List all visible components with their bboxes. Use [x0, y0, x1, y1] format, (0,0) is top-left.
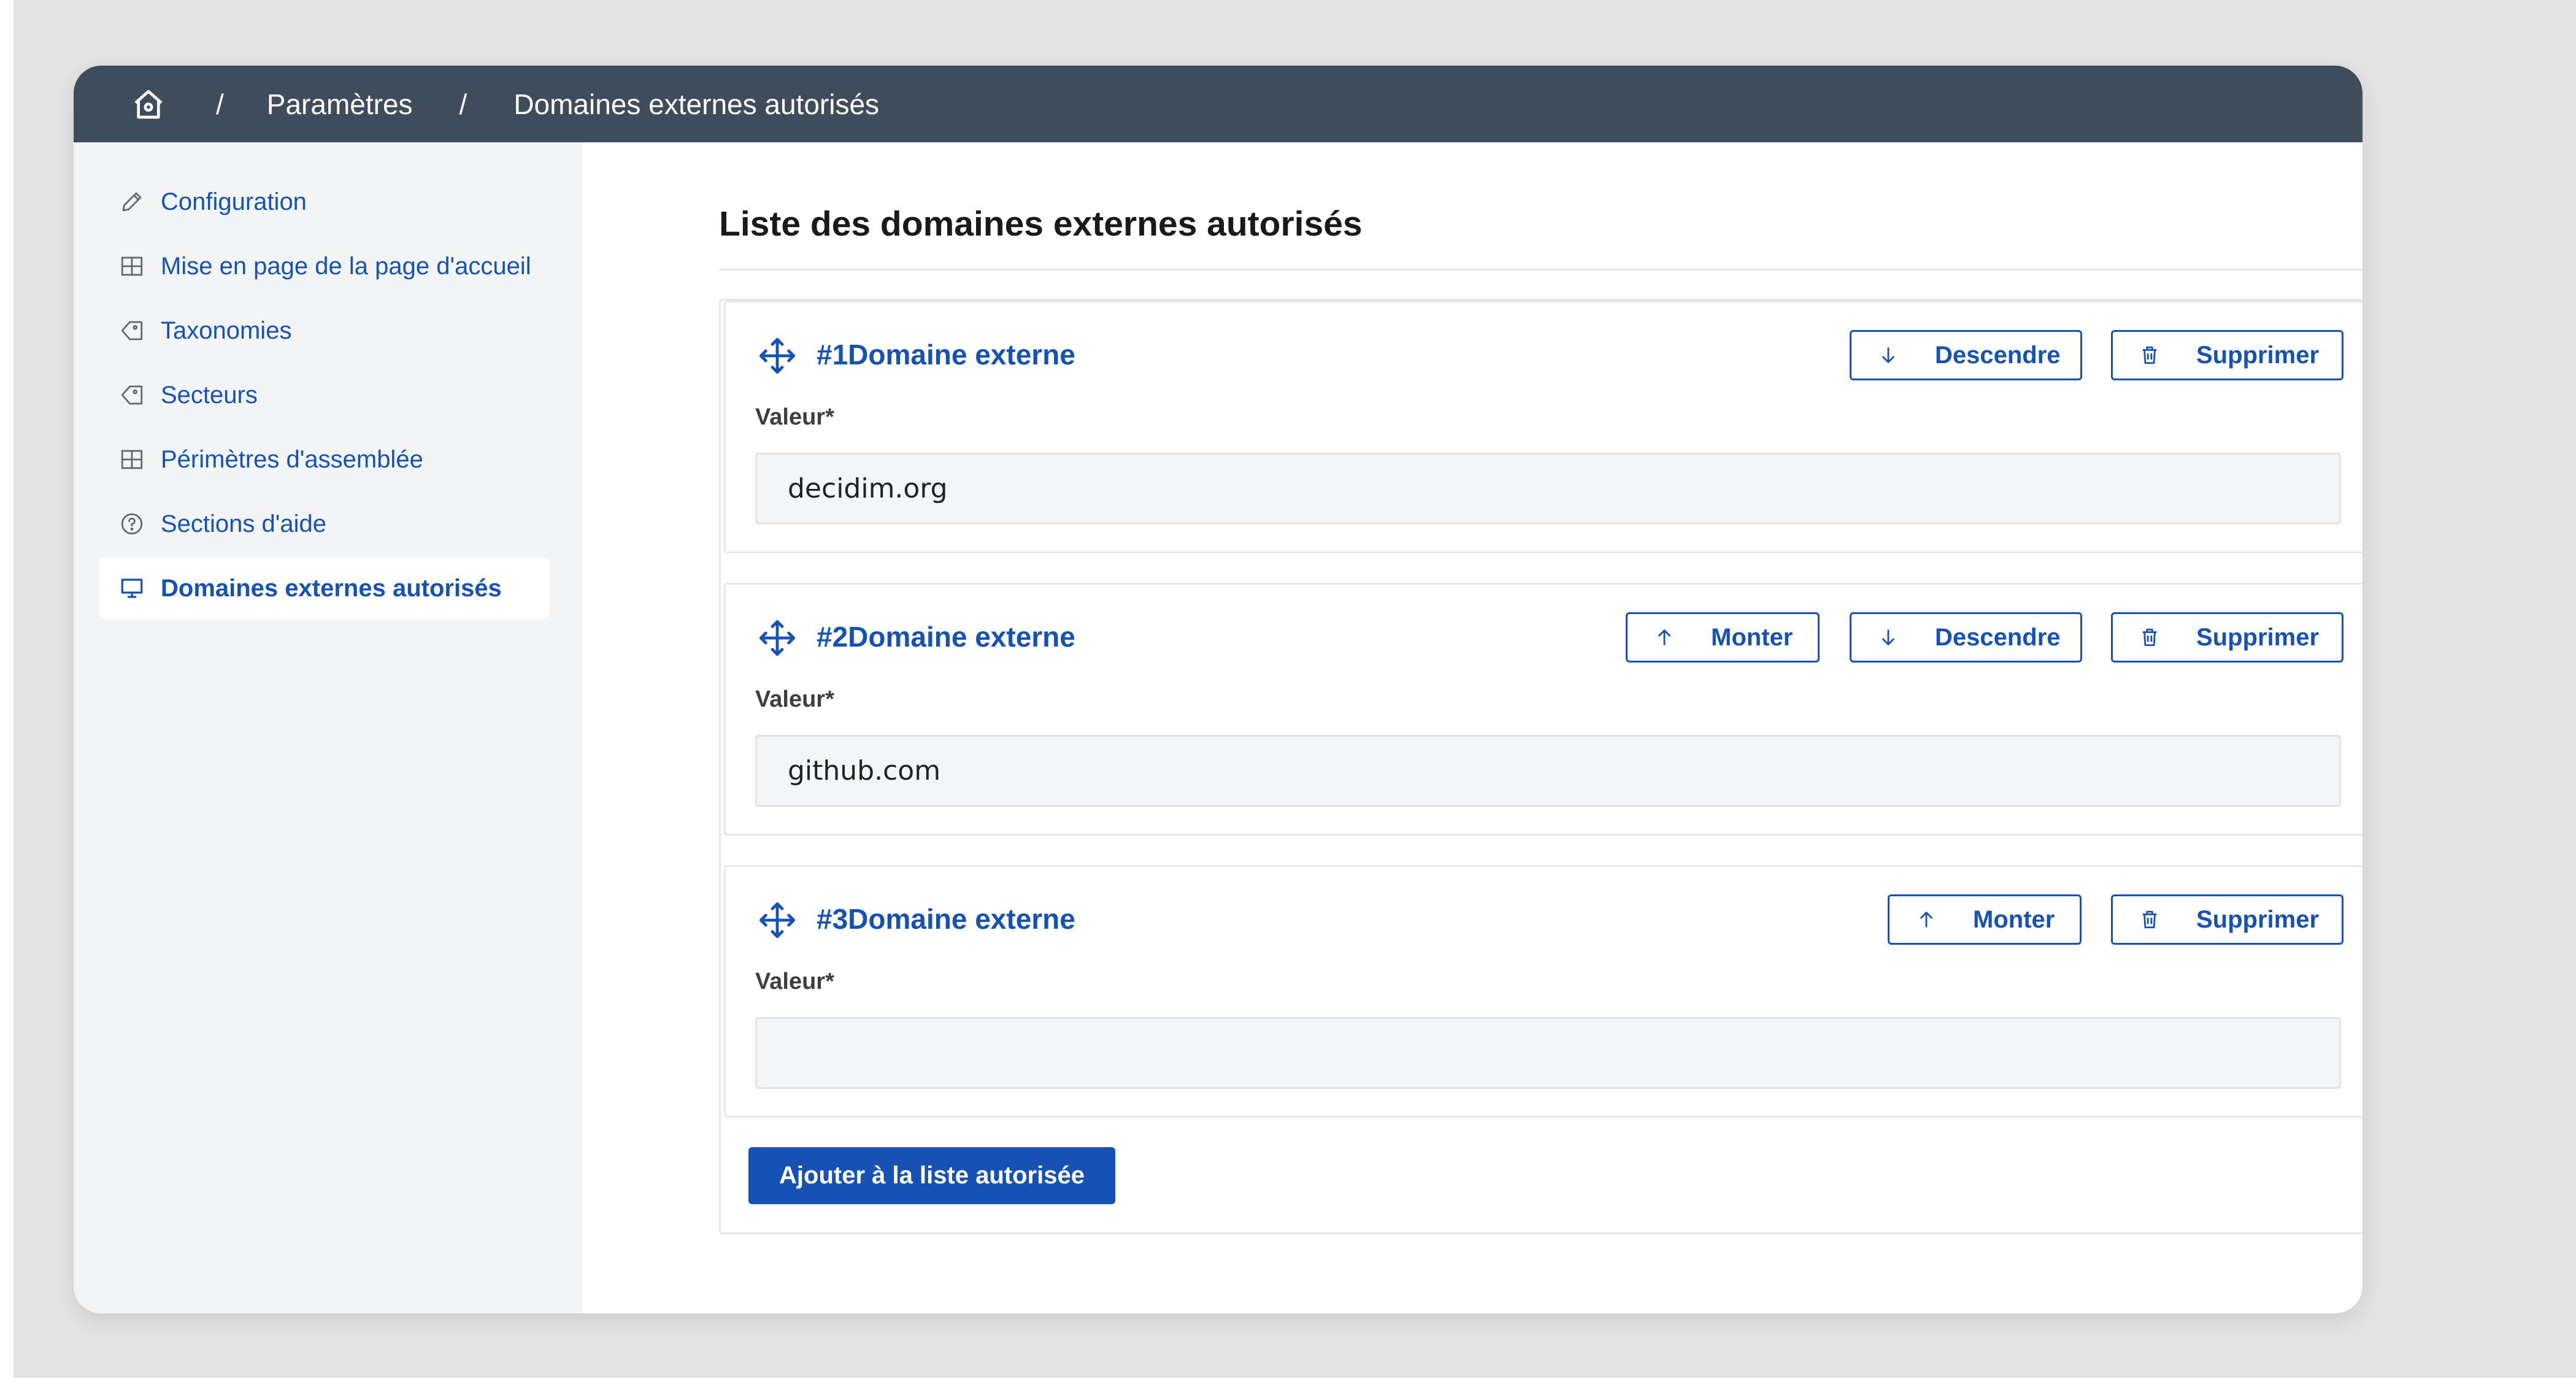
sidebar-item-mise-en-page[interactable]: Mise en page de la page d'accueil — [99, 236, 549, 297]
button-label: Supprimer — [2196, 623, 2320, 651]
button-label: Descendre — [1935, 623, 2061, 651]
move-up-button[interactable]: Monter — [1626, 612, 1820, 663]
entry-title: #1Domaine externe — [817, 339, 1075, 371]
sidebar-item-label: Configuration — [161, 188, 307, 215]
sidebar-item-sections-aide[interactable]: Sections d'aide — [99, 493, 549, 555]
sidebar-item-label: Taxonomies — [161, 317, 292, 344]
move-down-button[interactable]: Descendre — [1850, 330, 2082, 380]
sidebar-item-domaines-externes[interactable]: Domaines externes autorisés — [99, 558, 549, 619]
breadcrumb: / Paramètres / Domaines externes autoris… — [74, 66, 2363, 142]
sidebar-item-taxonomies[interactable]: Taxonomies — [99, 300, 549, 361]
entry-title: #3Domaine externe — [817, 903, 1075, 935]
delete-button[interactable]: Supprimer — [2111, 612, 2343, 663]
button-label: Monter — [1973, 905, 2055, 933]
domain-entry-3: #3Domaine externe Monter Supprimer Valeu… — [724, 865, 2363, 1118]
field-label: Valeur* — [755, 404, 834, 430]
value-input[interactable] — [755, 453, 2341, 525]
sidebar-item-perimetres[interactable]: Périmètres d'assemblée — [99, 429, 549, 490]
add-to-allowlist-button[interactable]: Ajouter à la liste autorisée — [748, 1147, 1115, 1204]
move-icon[interactable] — [758, 618, 797, 658]
arrow-up-icon — [1652, 625, 1677, 650]
admin-window: / Paramètres / Domaines externes autoris… — [74, 66, 2363, 1313]
move-up-button[interactable]: Monter — [1888, 894, 2082, 945]
button-label: Monter — [1711, 623, 1793, 651]
breadcrumb-item-parametres[interactable]: Paramètres — [267, 88, 413, 121]
tag-icon — [117, 315, 147, 346]
button-label: Descendre — [1935, 341, 2061, 369]
delete-button[interactable]: Supprimer — [2111, 894, 2343, 945]
layout-grid-icon — [117, 444, 147, 475]
sidebar-item-label: Mise en page de la page d'accueil — [161, 252, 531, 280]
divider — [719, 269, 2363, 271]
home-icon[interactable] — [130, 86, 167, 123]
breadcrumb-item-current: Domaines externes autorisés — [513, 88, 880, 120]
pencil-icon — [117, 186, 147, 217]
move-icon[interactable] — [758, 336, 797, 375]
domains-list: #1Domaine externe Descendre Supprimer Va… — [719, 299, 2363, 1234]
entry-title: #2Domaine externe — [817, 621, 1075, 653]
layout-grid-icon — [117, 251, 147, 282]
domain-entry-2: #2Domaine externe Monter Descendre Suppr… — [724, 583, 2363, 836]
arrow-up-icon — [1914, 907, 1939, 932]
sidebar-item-label: Périmètres d'assemblée — [161, 445, 423, 473]
move-down-button[interactable]: Descendre — [1850, 612, 2082, 663]
field-label: Valeur* — [755, 686, 834, 712]
button-label: Supprimer — [2196, 905, 2320, 933]
trash-icon — [2137, 907, 2162, 932]
domain-entry-1: #1Domaine externe Descendre Supprimer Va… — [724, 301, 2363, 553]
value-input[interactable] — [755, 735, 2341, 807]
delete-button[interactable]: Supprimer — [2111, 330, 2343, 380]
breadcrumb-separator: / — [459, 88, 467, 120]
sidebar-item-label: Secteurs — [161, 381, 258, 409]
field-label: Valeur* — [755, 969, 834, 994]
tag-icon — [117, 380, 147, 410]
sidebar-item-label: Domaines externes autorisés — [161, 574, 502, 602]
move-icon[interactable] — [758, 901, 797, 940]
trash-icon — [2137, 343, 2162, 367]
sidebar: Configuration Mise en page de la page d'… — [74, 142, 583, 1313]
trash-icon — [2137, 625, 2162, 650]
breadcrumb-separator: / — [216, 88, 224, 120]
question-circle-icon — [117, 509, 147, 539]
sidebar-item-label: Sections d'aide — [161, 510, 327, 537]
sidebar-item-secteurs[interactable]: Secteurs — [99, 364, 549, 426]
arrow-down-icon — [1876, 343, 1901, 367]
page-title: Liste des domaines externes autorisés — [719, 204, 1363, 244]
main-content: Liste des domaines externes autorisés #1… — [583, 142, 2363, 1313]
sidebar-item-configuration[interactable]: Configuration — [99, 171, 549, 233]
arrow-down-icon — [1876, 625, 1901, 650]
button-label: Supprimer — [2196, 341, 2320, 369]
value-input[interactable] — [755, 1017, 2341, 1089]
monitor-icon — [117, 573, 147, 604]
